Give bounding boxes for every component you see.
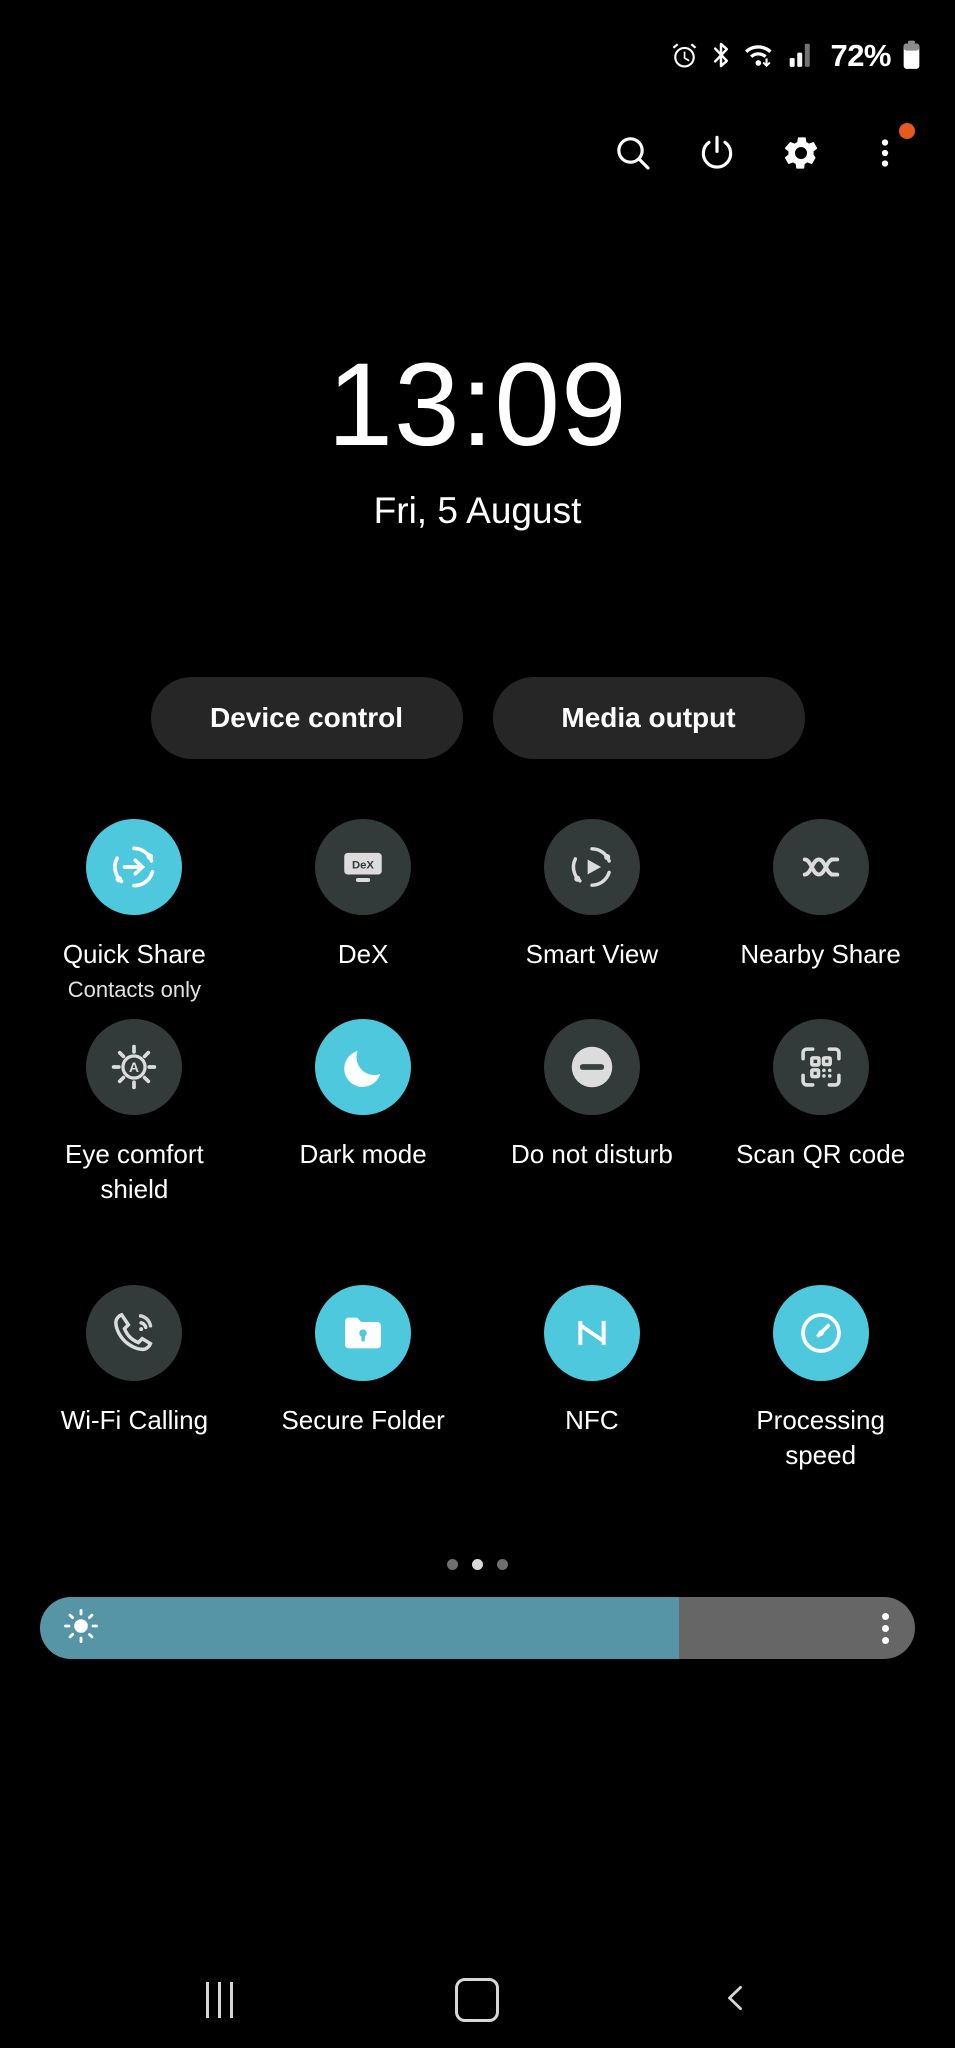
do-not-disturb-icon bbox=[565, 1040, 619, 1094]
tile-wifi-calling[interactable]: Wi-Fi Calling bbox=[20, 1277, 249, 1535]
dex-icon: DeX bbox=[338, 842, 388, 892]
tile-label: Dark mode bbox=[299, 1139, 427, 1170]
recents-button[interactable] bbox=[164, 1960, 274, 2040]
tile-icon-wrapper bbox=[315, 1019, 412, 1116]
settings-button[interactable] bbox=[759, 111, 843, 195]
more-options-button[interactable] bbox=[843, 111, 927, 195]
tile-icon-wrapper bbox=[543, 1019, 640, 1116]
power-icon bbox=[697, 133, 737, 173]
tile-label: Quick Share bbox=[62, 939, 206, 969]
notification-badge-dot bbox=[899, 123, 915, 139]
battery-icon bbox=[902, 40, 921, 70]
svg-text:DeX: DeX bbox=[352, 859, 374, 871]
tile-label: Processing speed bbox=[756, 1405, 885, 1470]
tile-icon-wrapper: A bbox=[86, 1019, 183, 1116]
overflow-dot bbox=[882, 1636, 889, 1644]
page-dot-2[interactable] bbox=[472, 1558, 483, 1570]
tile-label: Secure Folder bbox=[281, 1405, 445, 1436]
svg-text:A: A bbox=[129, 1059, 139, 1075]
device-control-button[interactable]: Device control bbox=[150, 677, 463, 759]
status-bar: 72% bbox=[0, 0, 955, 110]
quick-share-icon bbox=[108, 841, 160, 893]
page-dot-3[interactable] bbox=[497, 1558, 508, 1570]
tile-scan-qr-code[interactable]: Scan QR code bbox=[706, 1011, 935, 1269]
power-button[interactable] bbox=[675, 111, 759, 195]
brightness-slider-fill bbox=[40, 1597, 679, 1660]
search-button[interactable] bbox=[591, 111, 675, 195]
tile-secure-folder[interactable]: Secure Folder bbox=[249, 1277, 478, 1535]
overflow-dot bbox=[882, 1612, 889, 1620]
tile-dark-mode[interactable]: Dark mode bbox=[249, 1011, 478, 1269]
page-indicator bbox=[0, 1549, 955, 1579]
tile-icon-wrapper bbox=[543, 1285, 640, 1382]
tile-label: Scan QR code bbox=[736, 1139, 906, 1170]
overflow-menu-icon bbox=[867, 135, 903, 171]
home-button[interactable] bbox=[422, 1960, 532, 2040]
quick-panel-toolbar bbox=[0, 110, 955, 196]
clock-time: 13:09 bbox=[327, 339, 628, 471]
page-dot-1[interactable] bbox=[447, 1558, 458, 1570]
back-icon bbox=[719, 1981, 753, 2020]
tile-quick-share[interactable]: Quick Share Contacts only bbox=[20, 811, 249, 1003]
tile-icon-wrapper bbox=[86, 819, 183, 915]
nfc-icon bbox=[567, 1308, 617, 1358]
tile-icon-wrapper bbox=[772, 819, 869, 915]
battery-percentage: 72% bbox=[830, 37, 891, 73]
tile-icon-wrapper bbox=[543, 819, 640, 915]
brightness-slider-container bbox=[0, 1597, 955, 1660]
recents-icon bbox=[205, 1982, 233, 2018]
tile-icon-wrapper: DeX bbox=[315, 819, 412, 915]
back-button[interactable] bbox=[681, 1960, 791, 2040]
wifi-icon bbox=[744, 41, 777, 69]
signal-icon bbox=[788, 42, 815, 68]
tile-label: Nearby Share bbox=[740, 939, 901, 969]
tile-processing-speed[interactable]: Processing speed bbox=[706, 1277, 935, 1535]
navigation-bar bbox=[0, 1952, 955, 2048]
qr-code-icon bbox=[796, 1042, 846, 1092]
tile-icon-wrapper bbox=[86, 1285, 183, 1382]
tile-label: Do not disturb bbox=[510, 1139, 673, 1170]
tile-smart-view[interactable]: Smart View bbox=[478, 811, 707, 1003]
tile-label: Smart View bbox=[525, 939, 659, 969]
tile-eye-comfort-shield[interactable]: A Eye comfort shield bbox=[20, 1011, 249, 1269]
overflow-dot bbox=[882, 1624, 889, 1632]
tile-icon-wrapper bbox=[315, 1285, 412, 1382]
eye-comfort-shield-icon: A bbox=[108, 1041, 160, 1093]
tile-icon-wrapper bbox=[772, 1019, 869, 1116]
brightness-slider[interactable] bbox=[40, 1597, 915, 1660]
quick-action-buttons: Device control Media output bbox=[0, 677, 955, 759]
bluetooth-icon bbox=[709, 41, 733, 69]
status-bar-icons: 72% bbox=[671, 40, 921, 71]
wifi-calling-icon bbox=[108, 1307, 160, 1359]
gear-icon bbox=[781, 133, 821, 173]
smart-view-icon bbox=[566, 841, 618, 893]
home-icon bbox=[455, 1978, 500, 2022]
brightness-options-button[interactable] bbox=[882, 1612, 889, 1644]
clock-widget[interactable]: 13:09 Fri, 5 August bbox=[0, 346, 955, 532]
tile-nearby-share[interactable]: Nearby Share bbox=[706, 811, 935, 1003]
nearby-share-icon bbox=[795, 841, 847, 893]
brightness-sun-icon bbox=[62, 1607, 100, 1650]
media-output-button[interactable]: Media output bbox=[492, 677, 805, 759]
alarm-icon bbox=[671, 42, 698, 69]
tile-dex[interactable]: DeX DeX bbox=[249, 811, 478, 1003]
tile-icon-wrapper bbox=[772, 1285, 869, 1382]
moon-icon bbox=[338, 1042, 388, 1092]
tile-sublabel: Contacts only bbox=[67, 977, 202, 1003]
tile-label: NFC bbox=[565, 1405, 619, 1436]
processing-speed-icon bbox=[795, 1307, 847, 1359]
tile-nfc[interactable]: NFC bbox=[478, 1277, 707, 1535]
tile-do-not-disturb[interactable]: Do not disturb bbox=[478, 1011, 707, 1269]
tile-label: DeX bbox=[337, 939, 389, 969]
secure-folder-icon bbox=[338, 1308, 388, 1358]
search-icon bbox=[613, 133, 653, 173]
tile-label: Wi-Fi Calling bbox=[60, 1405, 209, 1436]
quick-settings-tile-grid: Quick Share Contacts only DeX DeX Smart … bbox=[0, 811, 955, 1535]
tile-label: Eye comfort shield bbox=[65, 1139, 204, 1204]
clock-date: Fri, 5 August bbox=[373, 490, 582, 531]
